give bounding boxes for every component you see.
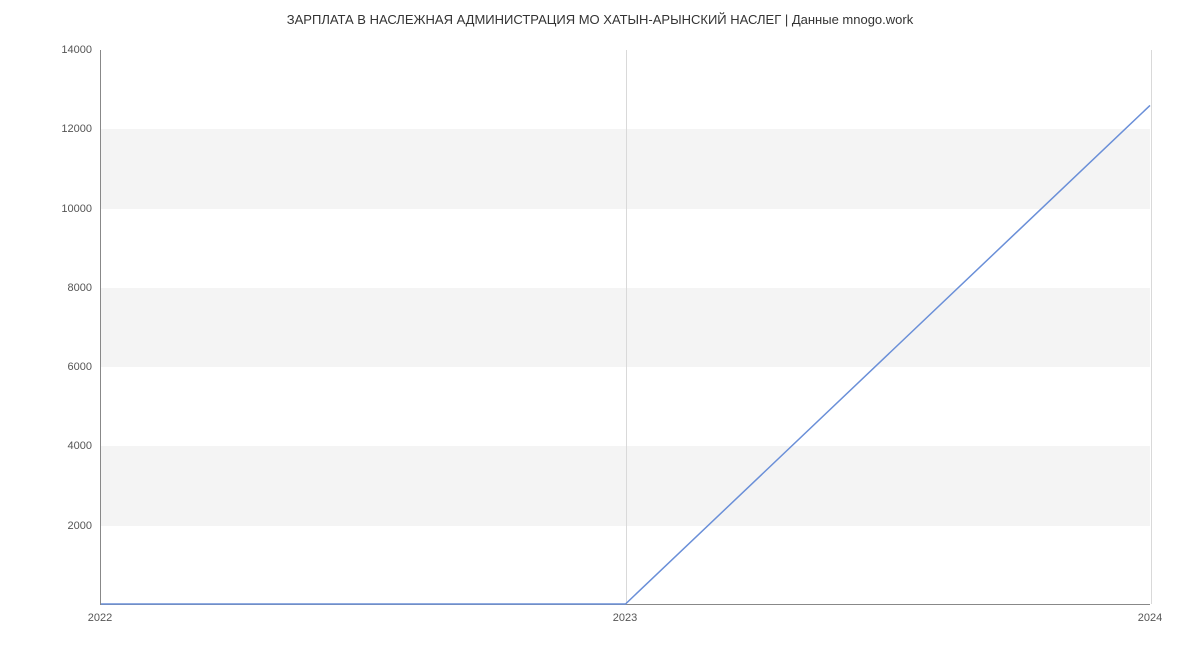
y-tick-label: 6000	[68, 361, 92, 373]
y-tick-label: 10000	[61, 203, 92, 215]
y-tick-label: 2000	[68, 520, 92, 532]
chart-title: ЗАРПЛАТА В НАСЛЕЖНАЯ АДМИНИСТРАЦИЯ МО ХА…	[0, 0, 1200, 27]
gridline-v	[1151, 50, 1152, 604]
y-tick-label: 14000	[61, 44, 92, 56]
x-tick-label: 2024	[1138, 612, 1162, 624]
y-tick-label: 4000	[68, 440, 92, 452]
data-line	[101, 105, 1150, 604]
line-series	[101, 50, 1150, 604]
y-tick-label: 12000	[61, 123, 92, 135]
x-tick-label: 2023	[613, 612, 637, 624]
x-tick-label: 2022	[88, 612, 112, 624]
y-tick-label: 8000	[68, 282, 92, 294]
plot-area	[100, 50, 1150, 605]
